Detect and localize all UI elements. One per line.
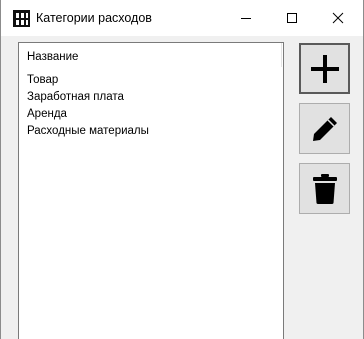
column-header-name[interactable]: Название	[27, 51, 78, 63]
list-item[interactable]: Расходные материалы	[27, 123, 149, 140]
maximize-icon	[287, 13, 297, 23]
trash-icon	[312, 173, 337, 204]
minimize-button[interactable]	[223, 0, 269, 36]
plus-icon	[310, 54, 339, 83]
list-item[interactable]: Товар	[27, 72, 149, 89]
delete-button[interactable]	[299, 163, 350, 214]
list-item[interactable]: Заработная плата	[27, 89, 149, 106]
minimize-icon	[241, 18, 251, 19]
close-button[interactable]	[315, 0, 361, 36]
app-grid-icon	[13, 10, 30, 27]
add-button[interactable]	[299, 43, 350, 94]
categories-list[interactable]: Название Товар Заработная плата Аренда Р…	[18, 42, 284, 339]
edit-button[interactable]	[299, 103, 350, 154]
close-icon	[332, 12, 344, 24]
list-item[interactable]: Аренда	[27, 106, 149, 123]
maximize-button[interactable]	[269, 0, 315, 36]
window-title: Категории расходов	[36, 11, 152, 25]
expense-categories-window: Категории расходов Название Товар Зарабо…	[0, 0, 364, 339]
pencil-icon	[312, 116, 337, 141]
list-items: Товар Заработная плата Аренда Расходные …	[27, 72, 149, 140]
column-divider[interactable]	[281, 43, 282, 67]
title-bar[interactable]: Категории расходов	[1, 0, 363, 36]
